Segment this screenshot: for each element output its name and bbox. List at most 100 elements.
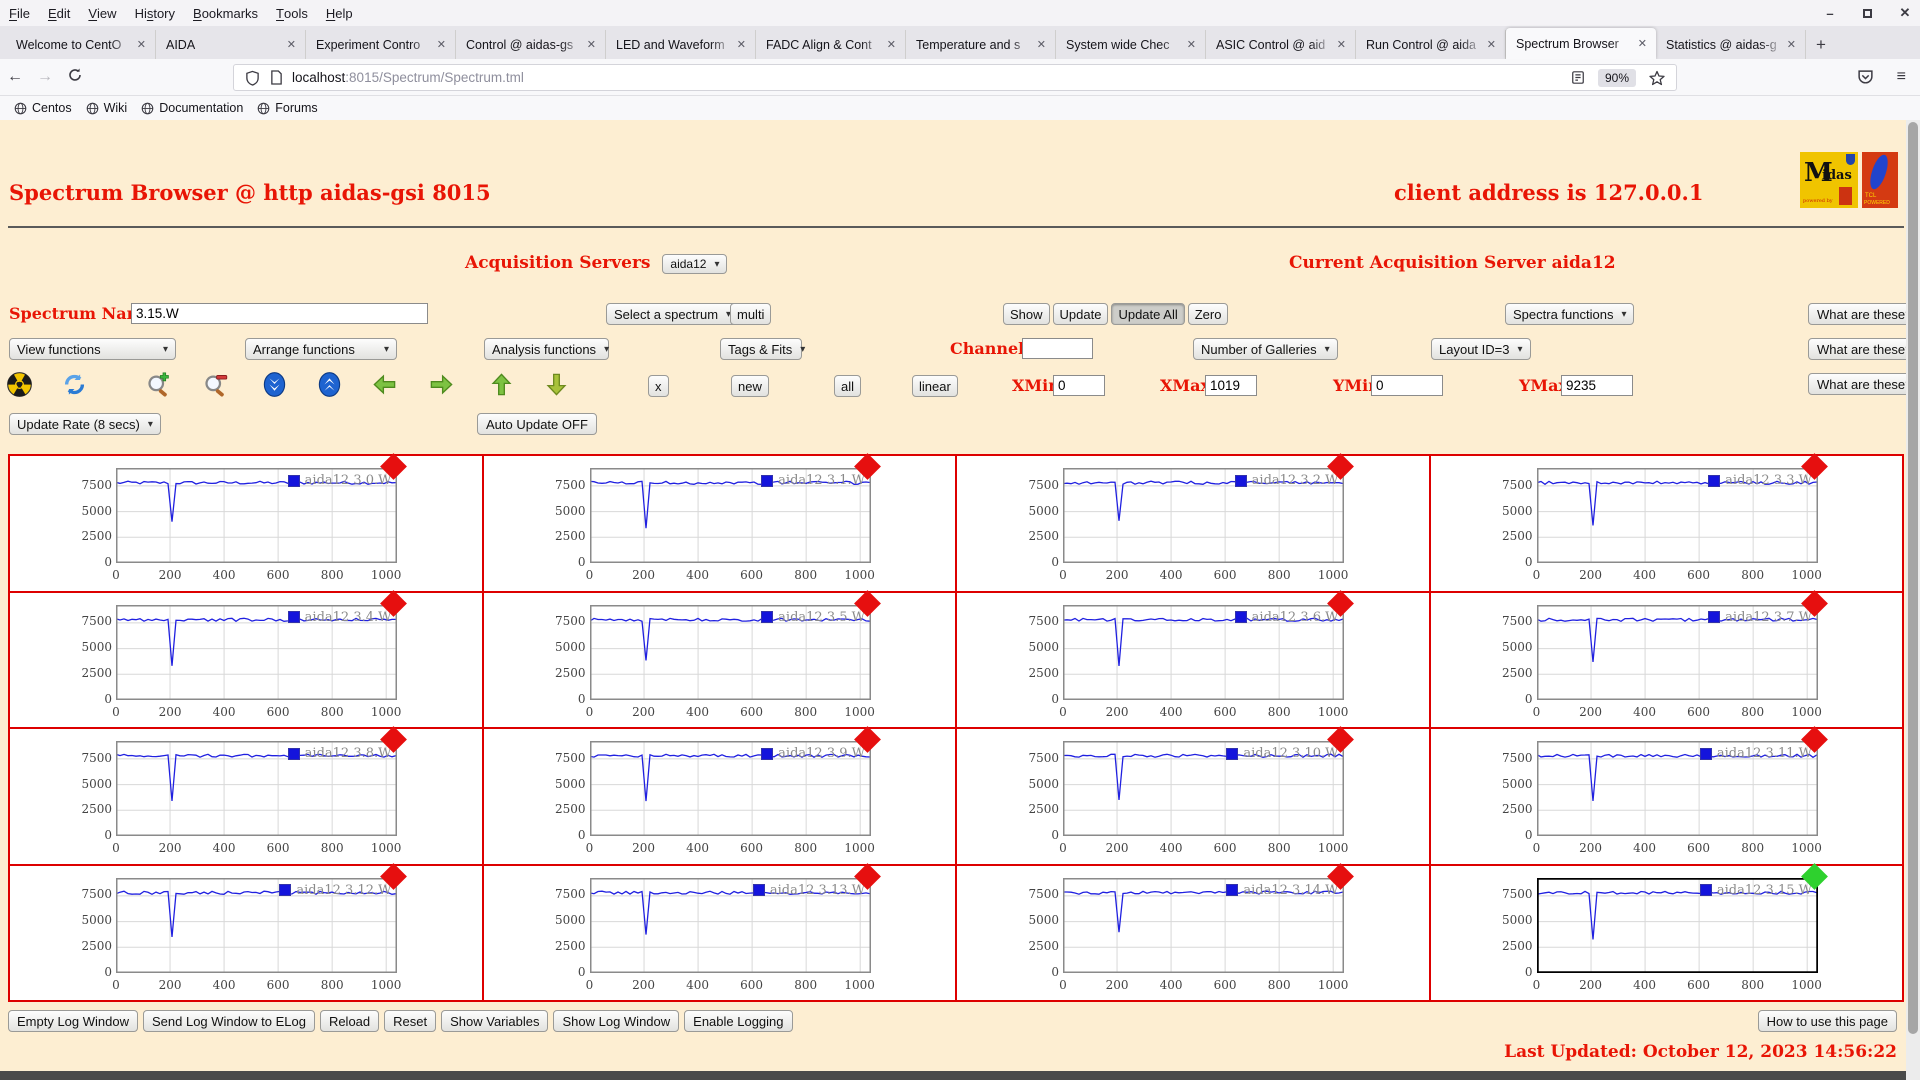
reload-button[interactable]: Reload	[319, 1010, 380, 1032]
scroll-up-icon[interactable]	[316, 371, 343, 403]
shield-icon[interactable]	[245, 70, 260, 86]
tab-close-icon[interactable]: ✕	[884, 38, 899, 51]
arrow-up-icon[interactable]	[488, 371, 515, 403]
update-all-button[interactable]: Update All	[1111, 303, 1185, 325]
tab-6[interactable]: FADC Align & Cont ✕	[756, 30, 906, 59]
forward-button[interactable]: →	[30, 68, 60, 86]
spectrum-name-input[interactable]	[131, 303, 428, 324]
show-log-window-button[interactable]: Show Log Window	[553, 1010, 680, 1032]
analysis-functions-select[interactable]: Analysis functions ▾	[484, 338, 609, 360]
tab-close-icon[interactable]: ✕	[1184, 38, 1199, 51]
arrow-down-icon[interactable]	[543, 371, 570, 403]
spectrum-cell-12[interactable]: 0 2500 5000 7500 0 200 400 600 800 1000 aida12 3.1…	[10, 862, 482, 1000]
arrange-functions-select[interactable]: Arrange functions ▾	[245, 338, 397, 360]
tab-close-icon[interactable]: ✕	[1034, 38, 1049, 51]
menu-file[interactable]: File	[0, 0, 39, 26]
maximize-button[interactable]	[1863, 8, 1872, 18]
tab-4[interactable]: Control @ aidas-gs ✕	[456, 30, 606, 59]
what-are-these-button-1[interactable]: What are these?	[1808, 303, 1920, 325]
what-are-these-button-2[interactable]: What are these?	[1808, 338, 1920, 360]
empty-log-window-button[interactable]: Empty Log Window	[8, 1010, 138, 1032]
spectrum-cell-15[interactable]: 0 2500 5000 7500 0 200 400 600 800 1000 aida12 3.1…	[1430, 862, 1902, 1000]
enable-logging-button[interactable]: Enable Logging	[684, 1010, 793, 1032]
tab-8[interactable]: System wide Chec ✕	[1056, 30, 1206, 59]
tab-close-icon[interactable]: ✕	[434, 38, 449, 51]
show-variables-button[interactable]: Show Variables	[441, 1010, 549, 1032]
tab-close-icon[interactable]: ✕	[734, 38, 749, 51]
arrow-left-icon[interactable]	[371, 371, 398, 403]
tab-close-icon[interactable]: ✕	[1334, 38, 1349, 51]
tab-10[interactable]: Run Control @ aida ✕	[1356, 30, 1506, 59]
page-info-icon[interactable]	[270, 70, 283, 85]
tab-close-icon[interactable]: ✕	[1784, 38, 1799, 51]
tab-close-icon[interactable]: ✕	[284, 38, 299, 51]
bookmark-wiki[interactable]: Wiki	[86, 101, 127, 115]
tab-7[interactable]: Temperature and s ✕	[906, 30, 1056, 59]
tab-2[interactable]: AIDA ✕	[156, 30, 306, 59]
multi-button[interactable]: multi	[730, 303, 772, 325]
tab-3[interactable]: Experiment Contro ✕	[306, 30, 456, 59]
menu-edit[interactable]: Edit	[39, 0, 79, 26]
spectrum-cell-14[interactable]: 0 2500 5000 7500 0 200 400 600 800 1000 aida12 3.1…	[957, 862, 1429, 1000]
tab-close-icon[interactable]: ✕	[1635, 37, 1650, 50]
bookmark-centos[interactable]: Centos	[14, 101, 72, 115]
send-log-window-to-elog-button[interactable]: Send Log Window to ELog	[143, 1010, 315, 1032]
spectrum-cell-4[interactable]: 0 2500 5000 7500 0 200 400 600 800 1000 aida12 3.4…	[10, 589, 482, 727]
channel-input[interactable]	[1022, 338, 1093, 359]
minimize-button[interactable]: –	[1823, 6, 1837, 21]
zero-button[interactable]: Zero	[1187, 303, 1229, 325]
all-button[interactable]: all	[834, 375, 862, 397]
zoom-out-icon[interactable]	[202, 371, 229, 403]
menu-bookmarks[interactable]: Bookmarks	[184, 0, 267, 26]
refresh-icon[interactable]	[61, 371, 88, 403]
ymin-input[interactable]	[1371, 375, 1443, 396]
number-of-galleries-select[interactable]: Number of Galleries ▾	[1193, 338, 1338, 360]
new-button[interactable]: new	[731, 375, 769, 397]
acquisition-server-select[interactable]: aida12 ▾	[662, 254, 728, 274]
linear-button[interactable]: linear	[912, 375, 958, 397]
close-button[interactable]: ✕	[1898, 5, 1912, 21]
spectrum-cell-7[interactable]: 0 2500 5000 7500 0 200 400 600 800 1000 aida12 3.7…	[1430, 589, 1902, 727]
reload-button[interactable]	[60, 67, 90, 88]
menu-history[interactable]: Hi s tory	[126, 0, 184, 26]
tags-fits-select[interactable]: Tags & Fits ▾	[720, 338, 805, 360]
spectrum-cell-11[interactable]: 0 2500 5000 7500 0 200 400 600 800 1000 aida12 3.1…	[1430, 726, 1902, 864]
spectrum-cell-0[interactable]: 0 2500 5000 7500 0 200 400 600 800 1000 aida12 3.0…	[10, 453, 482, 591]
pocket-icon[interactable]	[1857, 69, 1874, 91]
spectrum-cell-1[interactable]: 0 2500 5000 7500 0 200 400 600 800 1000 aida12 3.1…	[483, 453, 955, 591]
spectra-functions-select[interactable]: Spectra functions ▾	[1505, 303, 1635, 325]
tab-close-icon[interactable]: ✕	[584, 38, 599, 51]
zoom-in-icon[interactable]	[145, 371, 172, 403]
how-to-use-button[interactable]: How to use this page	[1757, 1010, 1897, 1032]
hamburger-menu-icon[interactable]: ≡	[1897, 68, 1906, 86]
url-bar[interactable]: localhost:8015/Spectrum/Spectrum.tml 90%	[233, 64, 1677, 91]
spectrum-cell-13[interactable]: 0 2500 5000 7500 0 200 400 600 800 1000 aida12 3.1…	[483, 862, 955, 1000]
menu-view[interactable]: View	[79, 0, 125, 26]
x-button[interactable]: x	[648, 375, 669, 397]
spectrum-cell-2[interactable]: 0 2500 5000 7500 0 200 400 600 800 1000 aida12 3.2…	[957, 453, 1429, 591]
spectrum-cell-5[interactable]: 0 2500 5000 7500 0 200 400 600 800 1000 aida12 3.5…	[483, 589, 955, 727]
bookmark-forums[interactable]: Forums	[257, 101, 318, 115]
tab-close-icon[interactable]: ✕	[1484, 38, 1499, 51]
menu-help[interactable]: Help	[317, 0, 362, 26]
view-functions-select[interactable]: View functions ▾	[9, 338, 176, 360]
menu-tools[interactable]: Tools	[267, 0, 317, 26]
scroll-down-icon[interactable]	[261, 371, 288, 403]
xmin-input[interactable]	[1053, 375, 1105, 396]
new-tab-button[interactable]: +	[1806, 30, 1836, 59]
show-button[interactable]: Show	[1003, 303, 1050, 325]
xmax-input[interactable]	[1205, 375, 1257, 396]
arrow-right-icon[interactable]	[428, 371, 455, 403]
zoom-level-badge[interactable]: 90%	[1597, 68, 1636, 87]
radiation-icon[interactable]	[6, 371, 33, 403]
auto-update-button[interactable]: Auto Update OFF	[477, 413, 597, 435]
spectrum-cell-9[interactable]: 0 2500 5000 7500 0 200 400 600 800 1000 aida12 3.9…	[483, 726, 955, 864]
tab-9[interactable]: ASIC Control @ aid ✕	[1206, 30, 1356, 59]
ymax-input[interactable]	[1561, 375, 1633, 396]
spectrum-cell-6[interactable]: 0 2500 5000 7500 0 200 400 600 800 1000 aida12 3.6…	[957, 589, 1429, 727]
select-a-spectrum-select[interactable]: Select a spectrum ▾	[606, 303, 740, 325]
bookmark-documentation[interactable]: Documentation	[141, 101, 243, 115]
scrollbar-thumb[interactable]	[1908, 122, 1918, 1034]
tab-close-icon[interactable]: ✕	[134, 38, 149, 51]
tab-5[interactable]: LED and Waveform ✕	[606, 30, 756, 59]
